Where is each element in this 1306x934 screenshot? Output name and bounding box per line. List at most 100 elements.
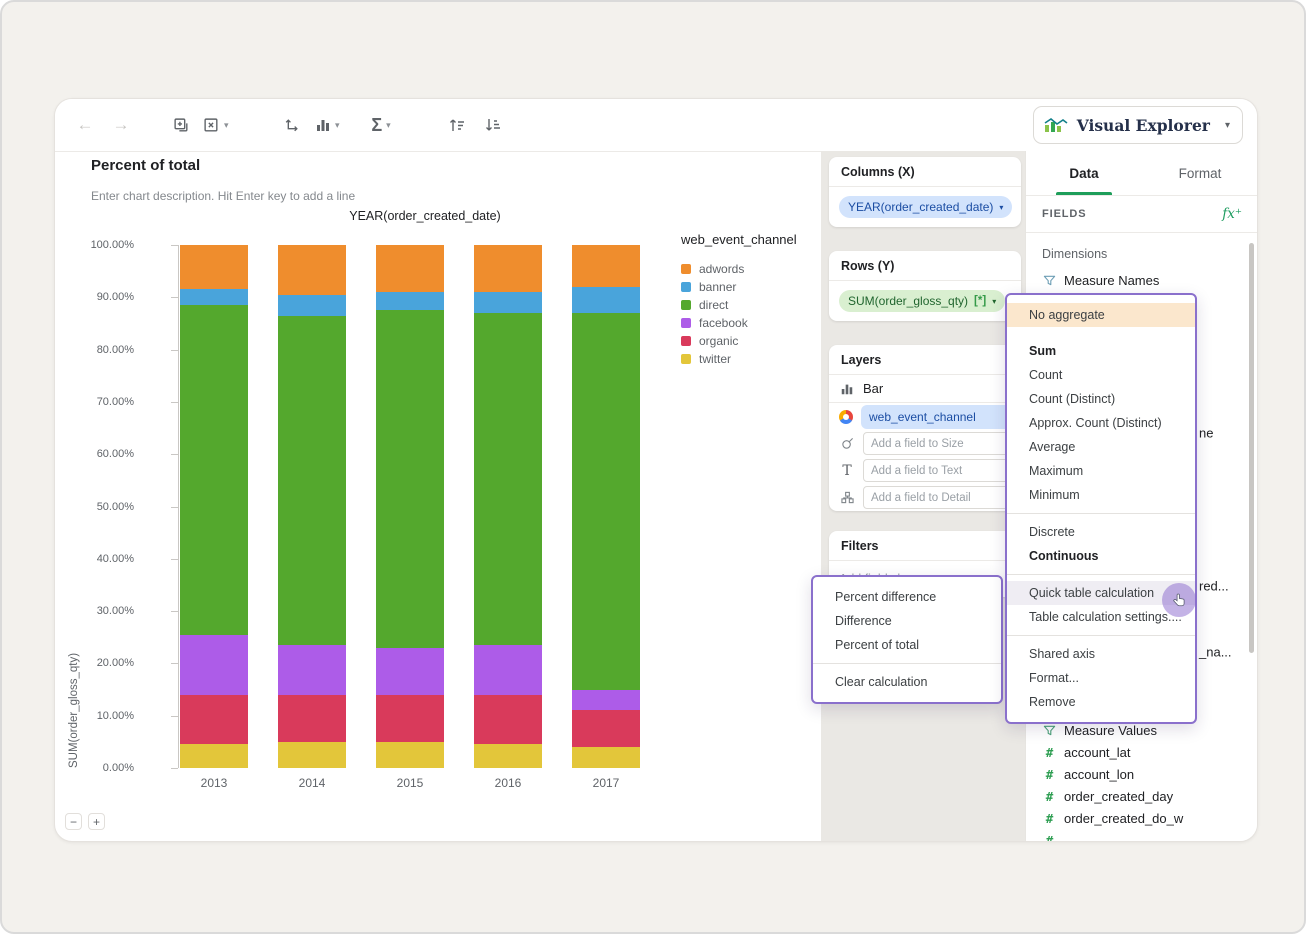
size-field-slot[interactable]: Add a field to Size [863,432,1011,455]
tab-format[interactable]: Format [1142,151,1257,195]
bar-segment-adwords[interactable] [180,245,248,290]
bar-segment-direct[interactable] [180,305,248,635]
number-icon: # [1045,832,1054,842]
bar-segment-organic[interactable] [278,694,346,742]
size-shelf-icon [839,437,855,450]
legend-label: twitter [699,352,732,366]
color-field-pill[interactable]: web_event_channel [861,404,1011,429]
bar-segment-facebook[interactable] [474,645,542,695]
menu-item-no-aggregate[interactable]: No aggregate [1007,303,1195,327]
bar-segment-banner[interactable] [474,292,542,313]
detail-field-slot[interactable]: Add a field to Detail [863,486,1011,509]
visual-explorer-menu[interactable]: Visual Explorer ▾ [1032,106,1243,144]
layers-shelf: Layers Bar web_event_channel Add a field… [829,345,1021,511]
add-calculation-button[interactable]: fx⁺ [1222,206,1242,222]
bar-segment-facebook[interactable] [278,645,346,695]
bar-segment-twitter[interactable] [474,744,542,768]
bar-segment-organic[interactable] [572,710,640,748]
menu-item-continuous[interactable]: Continuous [1007,544,1195,568]
menu-item-maximum[interactable]: Maximum [1007,459,1195,483]
legend-label: organic [699,334,739,348]
bar-segment-adwords[interactable] [474,245,542,293]
bar-segment-adwords[interactable] [376,245,444,293]
transpose-button[interactable] [277,111,305,139]
rows-shelf: Rows (Y) SUM(order_gloss_qty) [*] ▾ [829,251,1021,321]
menu-item-percent-of-total[interactable]: Percent of total [813,633,1001,657]
bar-segment-direct[interactable] [278,315,346,646]
chart-description-placeholder[interactable]: Enter chart description. Hit Enter key t… [91,189,355,203]
sort-ascending-button[interactable] [443,111,471,139]
bar-segment-direct[interactable] [376,310,444,648]
bar-segment-twitter[interactable] [278,741,346,768]
bar-segment-adwords[interactable] [278,245,346,295]
sort-descending-button[interactable] [479,111,507,139]
legend-label: adwords [699,262,745,276]
bar-segment-banner[interactable] [376,292,444,311]
text-field-slot[interactable]: Add a field to Text [863,459,1011,482]
bar-segment-organic[interactable] [376,694,444,742]
dimension-item-measure-names[interactable]: Measure Names [1026,269,1257,291]
y-tick-mark [171,454,178,456]
bar-2016 [474,245,542,768]
chart-title[interactable]: Percent of total [91,157,200,174]
columns-shelf-title: Columns (X) [829,157,1021,187]
menu-item-difference[interactable]: Difference [813,609,1001,633]
forward-button[interactable]: → [107,111,135,139]
zoom-in-button[interactable]: + [88,813,105,830]
y-tick-label: 70.00% [96,395,134,408]
zoom-out-button[interactable]: − [65,813,82,830]
menu-item-percent-difference[interactable]: Percent difference [813,585,1001,609]
bar-segment-banner[interactable] [278,294,346,316]
scrollbar[interactable] [1249,243,1254,653]
detail-shelf-icon [839,491,855,504]
tab-data[interactable]: Data [1026,151,1142,195]
bar-segment-banner[interactable] [180,289,248,306]
aggregate-button[interactable]: Σ ▾ [367,111,395,139]
hand-cursor-icon [1172,593,1184,606]
mark-type-row[interactable]: Bar [829,375,1021,403]
menu-item-count-distinct[interactable]: Count (Distinct) [1007,387,1195,411]
duplicate-chart-button[interactable] [167,111,195,139]
menu-item-average[interactable]: Average [1007,435,1195,459]
menu-item-minimum[interactable]: Minimum [1007,483,1195,507]
menu-item-clear-calculation[interactable]: Clear calculation [813,670,1001,694]
menu-item-count[interactable]: Count [1007,363,1195,387]
bar-2017 [572,245,640,768]
bar-segment-twitter[interactable] [376,741,444,768]
bar-2014 [278,245,346,768]
columns-field-pill[interactable]: YEAR(order_created_date) ▾ [839,196,1013,218]
menu-item-shared-axis[interactable]: Shared axis [1007,642,1195,666]
bar-segment-twitter[interactable] [572,747,640,768]
bar-segment-adwords[interactable] [572,245,640,287]
field-item-account-lon[interactable]: # account_lon [1026,763,1257,785]
menu-item-sum[interactable]: Sum [1007,339,1195,363]
field-item-account-lat[interactable]: # account_lat [1026,741,1257,763]
bar-segment-facebook[interactable] [180,634,248,695]
menu-item-approx-count-distinct[interactable]: Approx. Count (Distinct) [1007,411,1195,435]
bar-segment-twitter[interactable] [180,744,248,768]
bar-segment-direct[interactable] [572,313,640,690]
bar-segment-organic[interactable] [180,694,248,745]
bar-segment-organic[interactable] [474,694,542,745]
clipped-field-label: red... [1199,578,1229,594]
x-tick-label: 2016 [494,776,522,790]
menu-item-remove[interactable]: Remove [1007,690,1195,714]
rows-field-pill[interactable]: SUM(order_gloss_qty) [*] ▾ [839,290,1006,312]
chevron-down-icon: ▾ [1224,119,1230,131]
field-item-order-created-do-w[interactable]: # order_created_do_w [1026,807,1257,829]
bar-segment-facebook[interactable] [572,689,640,711]
clear-chart-button[interactable]: ▾ [201,111,231,139]
x-axis-ticks: 2013 2014 2015 2016 2017 [179,776,671,794]
menu-item-format[interactable]: Format... [1007,666,1195,690]
chart-type-button[interactable]: ▾ [313,111,342,139]
bar-segment-banner[interactable] [572,286,640,313]
menu-item-discrete[interactable]: Discrete [1007,520,1195,544]
back-button[interactable]: ← [71,111,99,139]
field-label: order_created_do_w [1064,810,1184,826]
bar-segment-direct[interactable] [474,313,542,646]
bar-segment-facebook[interactable] [376,647,444,695]
field-item-clipped[interactable]: # [1026,829,1257,842]
field-item-order-created-day[interactable]: # order_created_day [1026,785,1257,807]
x-axis-title: YEAR(order_created_date) [349,209,501,223]
measures-list: Measure Values # account_lat # account_lon # o… [1026,719,1257,842]
